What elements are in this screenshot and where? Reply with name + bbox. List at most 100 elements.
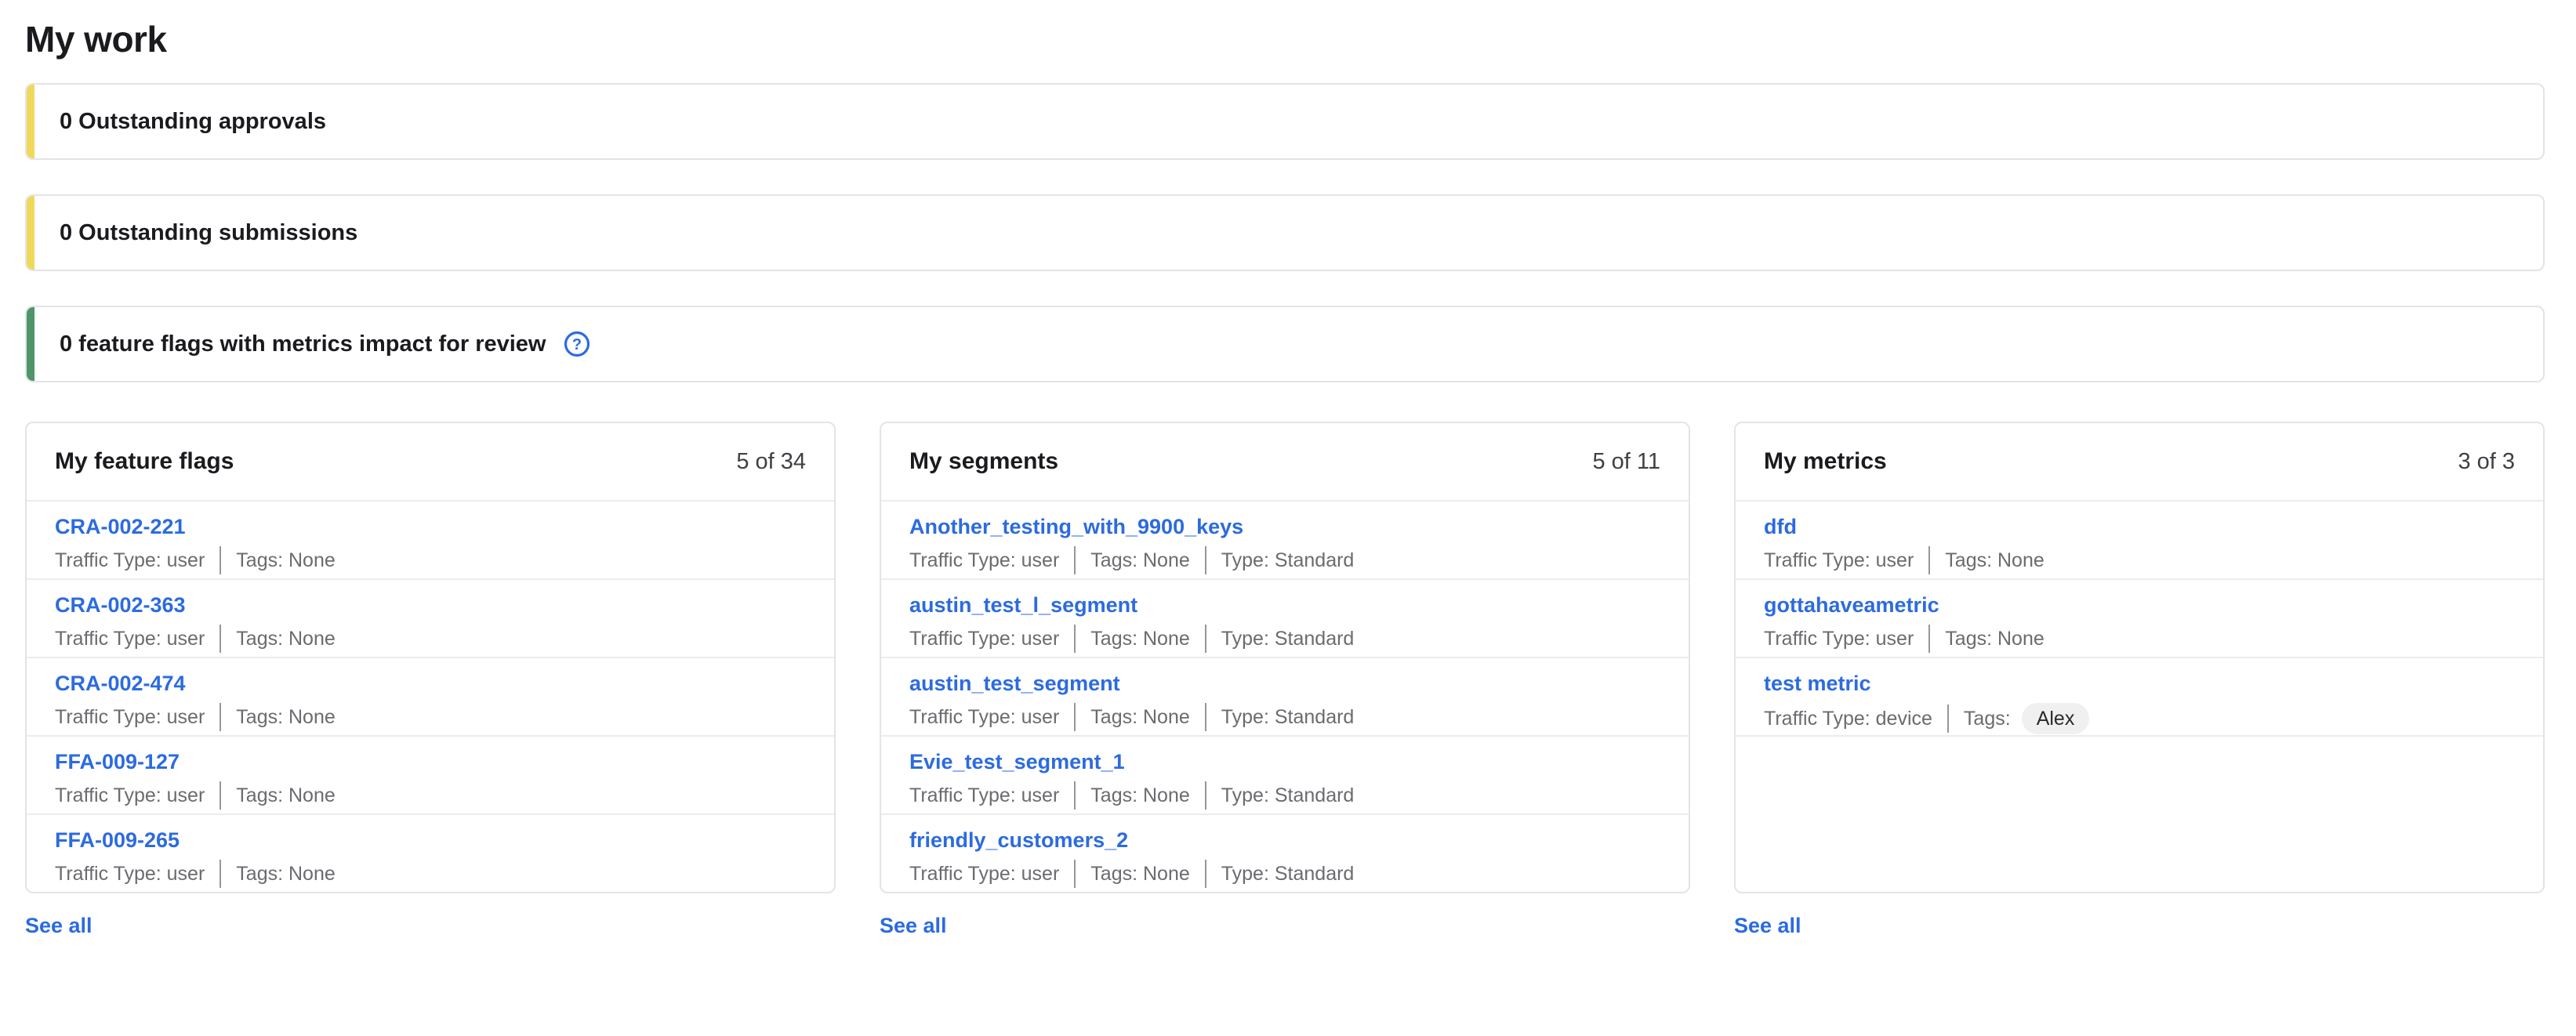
list-item: FFA-009-265 Traffic Type: user Tags: Non… [27,815,834,893]
meta-text: Traffic Type: user [1764,627,1914,650]
meta-segment: Tags: None [1945,627,2044,650]
meta-text: Tags: None [236,549,335,572]
meta-segment: Tags: None [236,549,335,572]
meta-text: Type: Standard [1221,784,1355,807]
list-item: CRA-002-221 Traffic Type: user Tags: Non… [27,502,834,580]
item-name-link[interactable]: friendly_customers_2 [909,828,1128,853]
see-all-link[interactable]: See all [880,914,947,938]
meta-text: Tags: [1964,707,2011,730]
meta-text: Tags: None [1090,627,1189,650]
item-name-link[interactable]: gottahaveametric [1764,592,1939,618]
item-meta: Traffic Type: user Tags: None Type: Stan… [909,860,1660,888]
card-header: My segments 5 of 11 [881,423,1689,502]
meta-text: Traffic Type: user [55,705,205,729]
list-item: dfd Traffic Type: user Tags: None [1736,502,2543,580]
meta-separator [1205,703,1206,731]
meta-segment: Tags: Alex [1964,703,2089,734]
meta-separator [1928,625,1930,653]
item-meta: Traffic Type: user Tags: None [55,546,806,574]
meta-separator [1947,705,1949,733]
item-name-link[interactable]: Another_testing_with_9900_keys [909,514,1243,539]
meta-segment: Traffic Type: user [909,862,1059,886]
meta-text: Tags: None [1090,784,1189,807]
my-work-page: My work 0 Outstanding approvals 0 Outsta… [0,0,2576,1036]
meta-segment: Tags: None [1945,549,2044,572]
meta-segment: Traffic Type: user [55,862,205,886]
banner-text: 0 Outstanding submissions [60,220,357,246]
meta-text: Traffic Type: user [55,627,205,650]
meta-segment: Traffic Type: user [909,627,1059,650]
meta-segment: Type: Standard [1221,862,1355,886]
meta-segment: Tags: None [236,705,335,729]
meta-segment: Traffic Type: device [1764,707,1932,730]
meta-text: Tags: None [236,705,335,729]
item-meta: Traffic Type: user Tags: None Type: Stan… [909,781,1660,810]
meta-separator [1074,781,1076,810]
card-count: 5 of 11 [1592,449,1660,475]
meta-text: Traffic Type: device [1764,707,1932,730]
banner-flags-metrics-impact: 0 feature flags with metrics impact for … [25,306,2545,382]
meta-separator [220,703,221,731]
item-name-link[interactable]: FFA-009-127 [55,749,180,774]
meta-text: Traffic Type: user [909,549,1059,572]
item-name-link[interactable]: dfd [1764,514,1797,539]
meta-text: Tags: None [1090,549,1189,572]
summary-card: My metrics 3 of 3 dfd Traffic Type: user… [1734,422,2545,893]
card-title: My metrics [1764,448,1887,475]
list-item: austin_test_segment Traffic Type: user T… [881,658,1689,737]
meta-segment: Traffic Type: user [1764,549,1914,572]
item-meta: Traffic Type: user Tags: None Type: Stan… [909,703,1660,731]
meta-text: Traffic Type: user [55,784,205,807]
item-name-link[interactable]: test metric [1764,671,1871,696]
list-item: CRA-002-474 Traffic Type: user Tags: Non… [27,658,834,737]
item-meta: Traffic Type: user Tags: None [55,781,806,810]
meta-segment: Type: Standard [1221,549,1355,572]
banner-accent-bar [27,196,34,270]
card-title: My feature flags [55,448,234,475]
meta-segment: Traffic Type: user [55,549,205,572]
meta-segment: Tags: None [1090,705,1189,729]
meta-text: Tags: None [236,784,335,807]
item-name-link[interactable]: CRA-002-363 [55,592,186,618]
meta-segment: Traffic Type: user [909,784,1059,807]
item-name-link[interactable]: Evie_test_segment_1 [909,749,1125,774]
tag-badge: Alex [2022,703,2090,734]
help-icon[interactable]: ? [563,330,591,358]
meta-segment: Tags: None [1090,862,1189,886]
see-all-link[interactable]: See all [1734,914,1801,938]
meta-text: Traffic Type: user [909,627,1059,650]
item-name-link[interactable]: FFA-009-265 [55,828,180,853]
meta-text: Type: Standard [1221,862,1355,886]
banner-text: 0 feature flags with metrics impact for … [60,331,546,357]
banner-outstanding-submissions: 0 Outstanding submissions [25,194,2545,271]
item-meta: Traffic Type: device Tags: Alex [1764,703,2515,734]
item-name-link[interactable]: CRA-002-474 [55,671,186,696]
item-name-link[interactable]: CRA-002-221 [55,514,186,539]
meta-text: Traffic Type: user [909,862,1059,886]
list-item: test metric Traffic Type: device Tags: A… [1736,658,2543,737]
item-name-link[interactable]: austin_test_segment [909,671,1120,696]
card-header: My metrics 3 of 3 [1736,423,2543,502]
list-item: FFA-009-127 Traffic Type: user Tags: Non… [27,737,834,815]
meta-segment: Traffic Type: user [1764,627,1914,650]
meta-text: Traffic Type: user [55,862,205,886]
item-name-link[interactable]: austin_test_l_segment [909,592,1137,618]
meta-segment: Traffic Type: user [909,705,1059,729]
meta-text: Traffic Type: user [909,784,1059,807]
meta-text: Traffic Type: user [1764,549,1914,572]
list-item: friendly_customers_2 Traffic Type: user … [881,815,1689,893]
meta-segment: Tags: None [236,784,335,807]
meta-text: Traffic Type: user [55,549,205,572]
meta-segment: Type: Standard [1221,627,1355,650]
item-meta: Traffic Type: user Tags: None [55,860,806,888]
item-meta: Traffic Type: user Tags: None [1764,625,2515,653]
list-item: austin_test_l_segment Traffic Type: user… [881,580,1689,658]
card-column: My segments 5 of 11 Another_testing_with… [880,422,1690,938]
card-header: My feature flags 5 of 34 [27,423,834,502]
meta-separator [220,781,221,810]
meta-separator [220,860,221,888]
see-all-link[interactable]: See all [25,914,93,938]
list-item: Another_testing_with_9900_keys Traffic T… [881,502,1689,580]
meta-segment: Traffic Type: user [55,705,205,729]
meta-text: Type: Standard [1221,549,1355,572]
